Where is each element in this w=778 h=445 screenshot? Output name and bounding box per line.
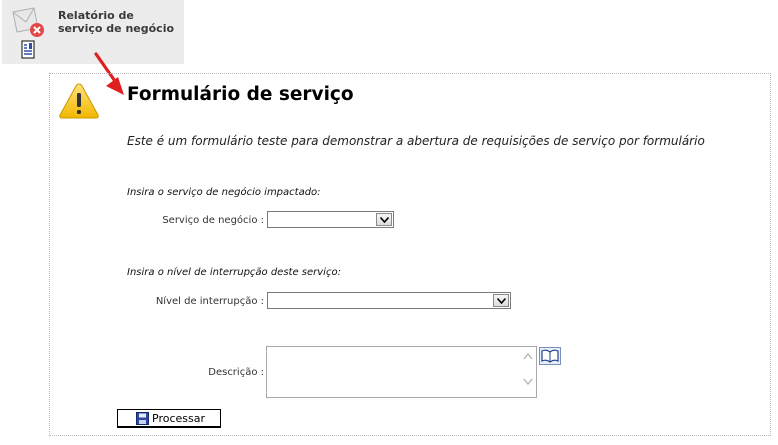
textarea-scrollbar[interactable]	[521, 348, 535, 396]
interruption-select[interactable]	[267, 292, 511, 309]
page: Relatório de serviço de negócio Formulár…	[0, 0, 778, 445]
service-field-label: Serviço de negócio :	[162, 215, 264, 226]
chevron-up-icon[interactable]	[523, 352, 533, 360]
service-select[interactable]	[267, 211, 394, 228]
envelope-error-icon	[12, 7, 44, 37]
interruption-section-label: Insira o nível de interrupção deste serv…	[127, 267, 341, 278]
form-title: Formulário de serviço	[127, 84, 354, 105]
document-icon	[21, 40, 35, 59]
service-section-label: Insira o serviço de negócio impactado:	[127, 187, 321, 198]
chevron-down-icon[interactable]	[523, 378, 533, 386]
warning-icon	[59, 83, 99, 119]
interruption-field-label: Nível de interrupção :	[155, 296, 264, 307]
chevron-down-icon[interactable]	[376, 213, 392, 226]
chevron-down-icon[interactable]	[493, 294, 509, 307]
process-button-label: Processar	[152, 412, 205, 425]
description-textarea[interactable]	[266, 346, 537, 398]
process-button[interactable]: Processar	[117, 409, 221, 428]
description-field-label: Descrição :	[208, 367, 264, 378]
report-title[interactable]: Relatório de serviço de negócio	[58, 9, 182, 35]
form-description: Este é um formulário teste para demonstr…	[127, 134, 705, 148]
save-icon	[136, 412, 149, 425]
book-icon[interactable]	[539, 347, 561, 365]
